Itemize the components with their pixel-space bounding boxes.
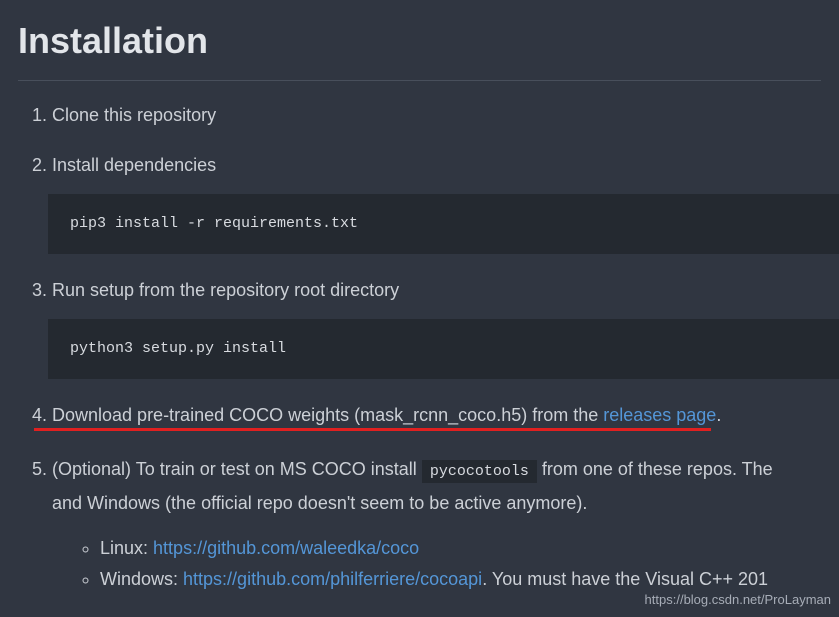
releases-page-link[interactable]: releases page: [603, 405, 716, 425]
repo-sublist: Linux: https://github.com/waleedka/coco …: [52, 534, 821, 594]
step-text: Run setup from the repository root direc…: [52, 280, 399, 300]
step-download-weights: Download pre-trained COCO weights (mask_…: [52, 401, 821, 430]
code-block-pip: pip3 install -r requirements.txt: [48, 194, 839, 254]
sub-tail: . You must have the Visual C++ 201: [482, 569, 768, 589]
code-block-setup: python3 setup.py install: [48, 319, 839, 379]
step-optional-pycocotools: (Optional) To train or test on MS COCO i…: [52, 452, 821, 594]
sub-label: Linux:: [100, 538, 153, 558]
linux-repo-link[interactable]: https://github.com/waleedka/coco: [153, 538, 419, 558]
step-text: Install dependencies: [52, 155, 216, 175]
step-install-deps: Install dependencies pip3 install -r req…: [52, 151, 821, 254]
inline-code-pycocotools: pycocotools: [422, 460, 537, 483]
step-underlined: Download pre-trained COCO weights (mask_…: [52, 405, 721, 425]
step-text: Clone this repository: [52, 105, 216, 125]
step-clone: Clone this repository: [52, 101, 821, 130]
step-suffix: .: [716, 405, 721, 425]
windows-repo-link[interactable]: https://github.com/philferriere/cocoapi: [183, 569, 482, 589]
install-steps-list: Clone this repository Install dependenci…: [18, 101, 821, 594]
sub-label: Windows:: [100, 569, 183, 589]
step-text-b: from one of these repos. The: [537, 459, 773, 479]
watermark: https://blog.csdn.net/ProLayman: [645, 590, 831, 611]
step-text-a: (Optional) To train or test on MS COCO i…: [52, 459, 422, 479]
list-item: Linux: https://github.com/waleedka/coco: [100, 534, 821, 563]
page-title: Installation: [18, 0, 821, 81]
step-text-c: and Windows (the official repo doesn't s…: [52, 493, 587, 513]
step-text: Download pre-trained COCO weights (mask_…: [52, 405, 603, 425]
step-run-setup: Run setup from the repository root direc…: [52, 276, 821, 379]
